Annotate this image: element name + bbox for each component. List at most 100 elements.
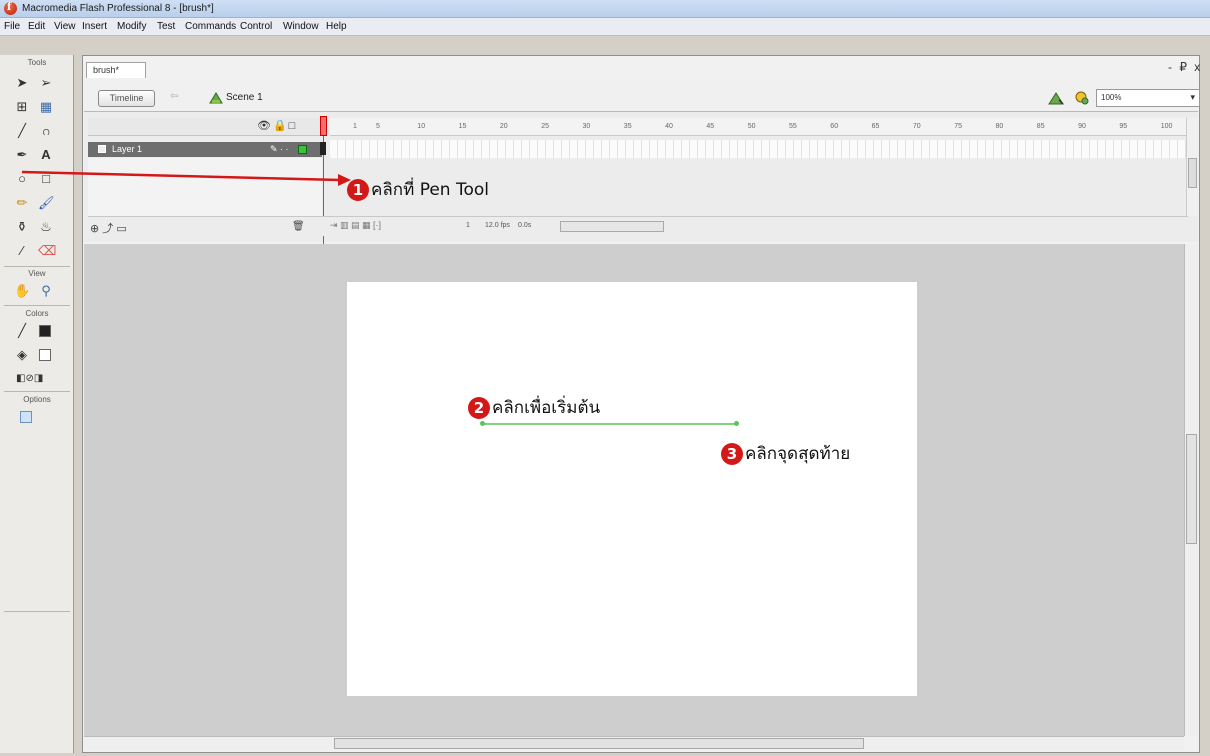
timeline-vertical-scrollbar[interactable] xyxy=(1186,118,1198,216)
stage[interactable] xyxy=(347,282,917,696)
layer-name[interactable]: Layer 1 xyxy=(112,144,142,154)
stroke-color-swatch[interactable] xyxy=(39,325,51,337)
swap-colors-icon[interactable]: ◧⊘◨ xyxy=(16,371,56,387)
document-window-controls[interactable]: - ₽ x xyxy=(1168,60,1202,74)
frame-tick-80: 80 xyxy=(995,123,1004,130)
tools-section-label: Tools xyxy=(27,58,47,67)
lasso-tool-icon[interactable]: ဂ xyxy=(38,123,54,139)
frames-grid[interactable] xyxy=(330,140,1186,158)
frame-tick-20: 20 xyxy=(499,123,508,130)
frame-tick-45: 45 xyxy=(706,123,715,130)
delete-layer-icon[interactable]: 🗑 xyxy=(292,221,305,232)
paint-bucket-icon[interactable]: ♨ xyxy=(38,219,54,235)
text-tool-icon[interactable]: A xyxy=(38,147,54,163)
start-anchor-point[interactable] xyxy=(480,421,485,426)
menu-bar: File Edit View Insert Modify Test Comman… xyxy=(0,18,1210,36)
annotation-step-1: 1 คลิกที่ Pen Tool xyxy=(347,176,489,203)
end-anchor-point[interactable] xyxy=(734,421,739,426)
stage-vertical-scrollbar[interactable] xyxy=(1184,244,1198,736)
timeline-toggle-button[interactable]: Timeline xyxy=(98,90,155,107)
frame-rate: 12.0 fps xyxy=(485,222,510,229)
timeline-horizontal-scrollbar[interactable] xyxy=(560,221,664,232)
insert-layer-icon[interactable]: ⊕ xyxy=(90,223,99,235)
layer-header-icons[interactable]: 👁🔒□ xyxy=(257,119,297,132)
frame-tick-50: 50 xyxy=(747,123,756,130)
frame-tick-30: 30 xyxy=(582,123,591,130)
step-1-text: คลิกที่ Pen Tool xyxy=(371,180,489,200)
document-tab[interactable]: brush* xyxy=(86,62,146,78)
free-transform-icon[interactable]: ⊞ xyxy=(14,99,30,115)
zoom-tool-icon[interactable]: ⚲ xyxy=(38,283,54,299)
eyedropper-icon[interactable]: ⁄ xyxy=(14,243,30,259)
pencil-tool-icon[interactable]: ✏ xyxy=(14,195,30,211)
frame-tick-100: 100 xyxy=(1160,123,1173,130)
edit-symbol-icon[interactable] xyxy=(1073,90,1091,106)
arrow-tool-icon[interactable]: ➤ xyxy=(14,75,30,91)
step-2-text: คลิกเพื่อเริ่มต้น xyxy=(492,398,601,418)
snap-option-icon[interactable] xyxy=(20,411,32,423)
keyframe[interactable] xyxy=(320,142,326,155)
layer-buttons[interactable]: ⊕ ⤴ ▭ xyxy=(90,220,127,236)
frame-tick-75: 75 xyxy=(954,123,962,130)
menu-test[interactable]: Test xyxy=(157,21,175,32)
fill-color-icon[interactable]: ◈ xyxy=(14,347,30,363)
view-section-label: View xyxy=(28,269,46,278)
menu-edit[interactable]: Edit xyxy=(28,21,45,32)
add-guide-icon[interactable]: ⤴ xyxy=(102,223,113,235)
zoom-select[interactable]: 100% ▾ xyxy=(1096,89,1200,107)
menu-control[interactable]: Control xyxy=(240,21,272,32)
frame-tick-85: 85 xyxy=(1036,123,1045,130)
step-1-badge: 1 xyxy=(347,179,369,201)
frame-tick-65: 65 xyxy=(871,123,880,130)
toolbox: Tools ➤ ➢ ⊞ ▦ ╱ ဂ ✒ A ○ □ ✏ 🖌 ⚱ ♨ ⁄ ⌫ Vi… xyxy=(0,55,74,753)
back-arrow-icon[interactable]: ⇦ xyxy=(170,91,178,102)
chevron-down-icon: ▾ xyxy=(1190,92,1195,102)
annotation-step-3: 3 คลิกจุดสุดท้าย xyxy=(721,440,850,467)
playhead[interactable] xyxy=(320,116,327,136)
flash-app-icon: f xyxy=(4,2,17,15)
frame-tick-95: 95 xyxy=(1119,123,1128,130)
stage-horizontal-scrollbar[interactable] xyxy=(84,736,1184,750)
lock-icon[interactable]: 🔒 xyxy=(273,120,289,132)
frame-tick-5: 5 xyxy=(376,123,380,130)
menu-insert[interactable]: Insert xyxy=(82,21,107,32)
step-3-text: คลิกจุดสุดท้าย xyxy=(745,444,851,464)
frame-tick-15: 15 xyxy=(458,123,467,130)
layer-outline-color[interactable] xyxy=(298,145,307,154)
fill-color-swatch[interactable] xyxy=(39,349,51,361)
frame-tick-60: 60 xyxy=(830,123,839,130)
menu-window[interactable]: Window xyxy=(283,21,319,32)
eye-icon[interactable]: 👁 xyxy=(257,120,273,132)
annotation-step-2: 2 คลิกเพื่อเริ่มต้น xyxy=(468,394,600,421)
menu-file[interactable]: File xyxy=(4,21,20,32)
menu-modify[interactable]: Modify xyxy=(117,21,146,32)
frame-tick-1: 1 xyxy=(353,123,357,130)
menu-commands[interactable]: Commands xyxy=(185,21,236,32)
edit-scene-icon[interactable] xyxy=(1047,90,1065,106)
layer-icon xyxy=(98,145,106,153)
zoom-value: 100% xyxy=(1101,93,1122,102)
eraser-icon[interactable]: ⌫ xyxy=(38,243,56,259)
line-tool-icon[interactable]: ╱ xyxy=(14,123,30,139)
elapsed-time: 0.0s xyxy=(518,222,532,229)
scene-icon xyxy=(209,92,223,104)
stroke-color-icon[interactable]: ╱ xyxy=(14,323,30,339)
fill-transform-icon[interactable]: ▦ xyxy=(38,99,54,115)
frame-tick-25: 25 xyxy=(541,123,549,130)
hand-tool-icon[interactable]: ✋ xyxy=(14,283,30,299)
subselect-tool-icon[interactable]: ➢ xyxy=(38,75,54,91)
options-section-label: Options xyxy=(23,395,51,404)
menu-help[interactable]: Help xyxy=(326,21,347,32)
menu-view[interactable]: View xyxy=(54,21,76,32)
frame-tick-35: 35 xyxy=(623,123,632,130)
pen-tool-icon[interactable]: ✒ xyxy=(14,147,30,163)
outline-icon[interactable]: □ xyxy=(289,120,298,132)
frame-tick-55: 55 xyxy=(789,123,797,130)
pen-line-stroke xyxy=(483,423,736,425)
annotation-arrow xyxy=(21,170,351,186)
current-frame: 1 xyxy=(466,222,470,229)
ink-bottle-icon[interactable]: ⚱ xyxy=(14,219,30,235)
onion-skin-buttons[interactable]: ⇥ ▥ ▤ ▦ [·] xyxy=(330,220,381,231)
insert-folder-icon[interactable]: ▭ xyxy=(116,223,126,235)
brush-tool-icon[interactable]: 🖌 xyxy=(38,195,55,211)
